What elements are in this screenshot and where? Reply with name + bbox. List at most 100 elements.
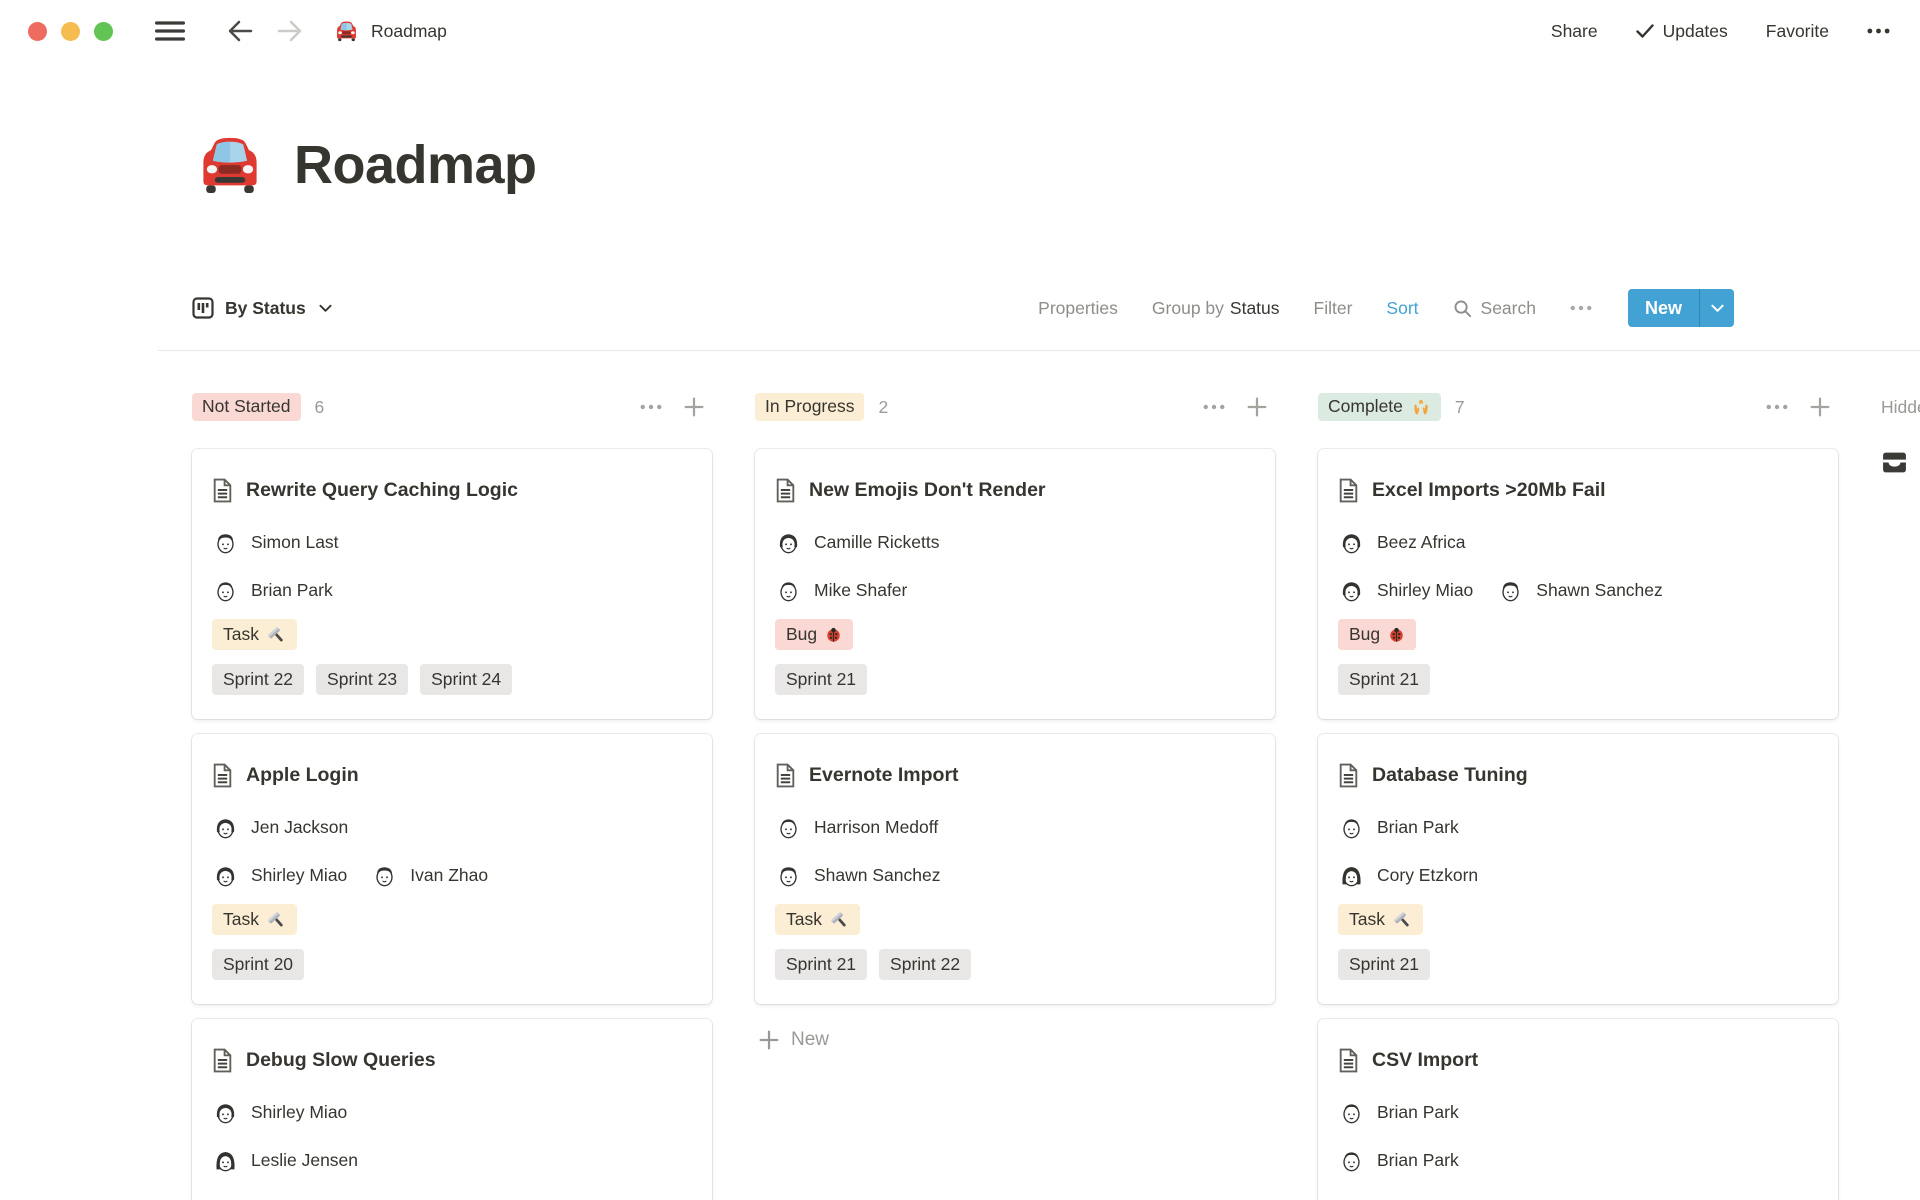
avatar <box>212 1099 239 1126</box>
tag-chip: Task <box>212 619 297 650</box>
share-button[interactable]: Share <box>1551 21 1598 42</box>
card-people-row: Brian Park <box>212 571 692 609</box>
page-emoji-car-icon[interactable] <box>192 132 268 197</box>
sidebar-menu-icon[interactable] <box>155 20 185 42</box>
ladybug-icon <box>825 626 842 643</box>
kanban-card[interactable]: Debug Slow Queries Shirley Miao Leslie Jen… <box>192 1019 712 1200</box>
column-label: Not Started <box>202 396 291 416</box>
breadcrumb[interactable]: Roadmap <box>333 19 447 43</box>
person: Mike Shafer <box>775 577 907 604</box>
traffic-lights <box>28 21 113 41</box>
person-name: Shirley Miao <box>1377 579 1474 600</box>
close-window-button[interactable] <box>28 21 47 41</box>
new-card-button[interactable]: New <box>755 1019 1275 1061</box>
updates-button[interactable]: Updates <box>1635 20 1728 42</box>
card-tags-row: Task <box>212 904 692 935</box>
column-actions <box>1203 397 1267 417</box>
column-add-icon[interactable] <box>1247 397 1267 417</box>
kanban-board: Not Started 6 Rewrite Query Caching Logic S… <box>0 351 1920 1200</box>
column-status-badge[interactable]: In Progress <box>755 393 865 421</box>
card-people-row: Cory Etzkorn <box>1338 856 1818 894</box>
add-icon <box>759 1030 779 1050</box>
back-icon[interactable] <box>227 20 253 42</box>
hidden-groups-label[interactable]: Hidden groups <box>1881 391 1920 423</box>
minimize-window-button[interactable] <box>61 21 80 41</box>
card-title: New Emojis Don't Render <box>809 478 1046 501</box>
board-column: Not Started 6 Rewrite Query Caching Logic S… <box>192 391 712 1200</box>
tag-label: Task <box>223 624 259 644</box>
check-icon <box>1635 24 1654 38</box>
kanban-card[interactable]: Excel Imports >20Mb Fail Beez Africa Shirl… <box>1318 449 1838 719</box>
avatar <box>1338 529 1365 556</box>
sprint-chip: Sprint 21 <box>775 664 868 695</box>
column-header: Complete 7 <box>1318 391 1838 423</box>
card-people-row: Camille Ricketts <box>775 523 1255 561</box>
new-dropdown-button[interactable] <box>1699 289 1734 327</box>
column-cards: New Emojis Don't Render Camille Ricketts M… <box>755 449 1275 1061</box>
card-sprints-row: Sprint 21 <box>1338 949 1818 980</box>
card-title-row: CSV Import <box>1338 1043 1818 1077</box>
new-button-group: New <box>1627 289 1734 327</box>
card-sprints-row: Sprint 22 Sprint 23 Sprint 24 <box>212 664 692 695</box>
page-icon <box>212 1048 233 1073</box>
person: Cory Etzkorn <box>1338 862 1478 889</box>
column-add-icon[interactable] <box>1810 397 1830 417</box>
card-sprints-row: Sprint 21 <box>775 664 1255 695</box>
card-people-row: Harrison Medoff <box>775 808 1255 846</box>
updates-label: Updates <box>1662 20 1728 41</box>
page-header: Roadmap <box>192 132 1920 197</box>
page-icon <box>1338 763 1359 788</box>
column-more-icon[interactable] <box>640 404 662 410</box>
card-tags-row: Bug <box>775 619 1255 650</box>
kanban-card[interactable]: New Emojis Don't Render Camille Ricketts M… <box>755 449 1275 719</box>
person: Brian Park <box>212 577 333 604</box>
card-people-row: Shirley Miao <box>212 1093 692 1131</box>
person-name: Shawn Sanchez <box>814 864 941 885</box>
person: Shirley Miao <box>212 862 347 889</box>
sprint-chip: Sprint 21 <box>775 949 868 980</box>
card-people-row: Shirley Miao Shawn Sanchez <box>1338 571 1818 609</box>
person-name: Harrison Medoff <box>814 816 939 837</box>
card-title: Rewrite Query Caching Logic <box>246 478 518 501</box>
hammer-icon <box>1393 910 1412 929</box>
hammer-icon <box>267 625 286 644</box>
favorite-button[interactable]: Favorite <box>1766 21 1829 42</box>
new-card-label: New <box>791 1029 830 1050</box>
column-status-badge[interactable]: Complete <box>1318 393 1441 421</box>
raised-hands-icon <box>1411 398 1431 416</box>
board-view-icon <box>192 297 214 319</box>
forward-icon[interactable] <box>277 20 303 42</box>
properties-button[interactable]: Properties <box>1038 298 1118 319</box>
column-status-badge[interactable]: Not Started <box>192 393 301 421</box>
avatar <box>1338 1147 1365 1174</box>
page-title[interactable]: Roadmap <box>294 134 537 196</box>
sort-button[interactable]: Sort <box>1386 298 1418 319</box>
column-more-icon[interactable] <box>1203 404 1225 410</box>
kanban-card[interactable]: Apple Login Jen Jackson Shirley Miao Ivan Z… <box>192 734 712 1004</box>
card-title-row: Database Tuning <box>1338 758 1818 792</box>
column-actions <box>640 397 704 417</box>
group-by-button[interactable]: Group by Status <box>1152 298 1280 319</box>
view-more-icon[interactable] <box>1570 305 1592 311</box>
kanban-card[interactable]: Evernote Import Harrison Medoff Shawn Sanc… <box>755 734 1275 1004</box>
person: Beez Africa <box>1338 529 1466 556</box>
search-button[interactable]: Search <box>1453 298 1536 319</box>
person-name: Brian Park <box>1377 816 1459 837</box>
column-add-icon[interactable] <box>684 397 704 417</box>
kanban-card[interactable]: Rewrite Query Caching Logic Simon Last Bri… <box>192 449 712 719</box>
hidden-group-no-status[interactable]: No Status <box>1881 449 1920 476</box>
card-title-row: Debug Slow Queries <box>212 1043 692 1077</box>
kanban-card[interactable]: Database Tuning Brian Park Cory Etzkorn Tas… <box>1318 734 1838 1004</box>
person-name: Cory Etzkorn <box>1377 864 1479 885</box>
more-icon[interactable] <box>1867 28 1890 34</box>
person: Simon Last <box>212 529 339 556</box>
avatar <box>212 577 239 604</box>
filter-button[interactable]: Filter <box>1314 298 1353 319</box>
column-header: In Progress 2 <box>755 391 1275 423</box>
kanban-card[interactable]: CSV Import Brian Park Brian Park <box>1318 1019 1838 1200</box>
zoom-window-button[interactable] <box>94 21 113 41</box>
new-button[interactable]: New <box>1628 289 1699 327</box>
column-more-icon[interactable] <box>1766 404 1788 410</box>
person-name: Shirley Miao <box>251 864 348 885</box>
view-switcher[interactable]: By Status <box>192 297 332 319</box>
